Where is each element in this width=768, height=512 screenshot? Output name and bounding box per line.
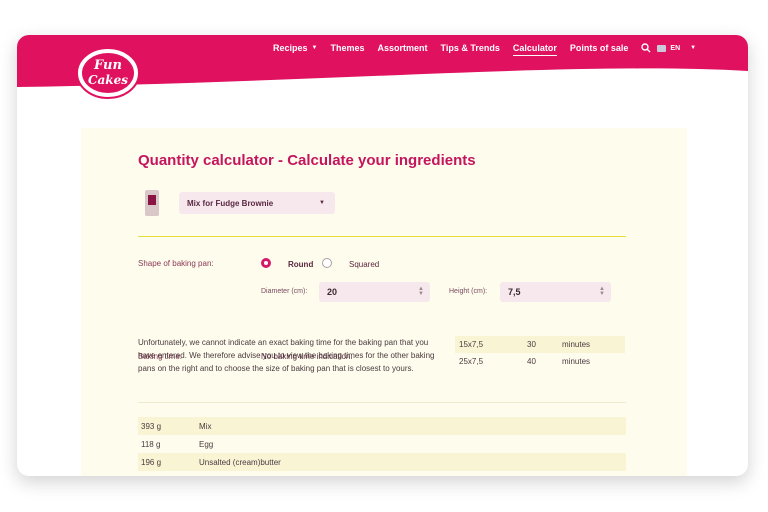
product-select-value: Mix for Fudge Brownie [187,198,274,208]
nav-themes[interactable]: Themes [330,43,364,53]
ingredient-name: Mix [199,421,212,431]
nav-tips-trends[interactable]: Tips & Trends [441,43,500,53]
height-input[interactable]: 7,5 ▲ ▼ [500,282,611,302]
language-label[interactable]: EN [670,45,680,52]
divider [138,236,626,237]
nav-points-of-sale[interactable]: Points of sale [570,43,629,53]
nav-calculator-label: Calculator [512,43,557,53]
height-value: 7,5 [508,287,521,297]
nav-assortment-label: Assortment [377,43,428,53]
nav-recipes[interactable]: Recipes ▼ [273,43,317,53]
browser-window: Fun Cakes Recipes ▼ Themes Assortment Ti… [17,35,748,476]
nav-tips-trends-label: Tips & Trends [440,43,500,53]
nav-calculator[interactable]: Calculator [512,43,557,56]
nav-points-of-sale-label: Points of sale [569,43,629,53]
page-title: Quantity calculator - Calculate your ing… [138,152,476,169]
pan-size: 25x7,5 [459,357,484,366]
height-label: Height (cm): [449,288,488,295]
nav-recipes-label: Recipes [273,43,308,53]
search-icon[interactable] [641,43,651,53]
nav-themes-label: Themes [330,43,365,53]
chevron-down-icon[interactable]: ▼ [690,45,696,51]
ingredient-amount: 393 g [141,421,162,431]
product-select[interactable]: Mix for Fudge Brownie ▼ [179,192,335,214]
chevron-down-icon: ▼ [319,200,325,206]
stepper-icon[interactable]: ▲ ▼ [418,286,424,297]
diameter-input[interactable]: 20 ▲ ▼ [319,282,430,302]
divider [138,402,626,403]
radio-squared[interactable] [322,258,332,268]
shape-label: Shape of baking pan: [138,259,214,268]
chevron-down-icon: ▼ [311,45,318,51]
baking-notice: Unfortunately, we cannot indicate an exa… [138,338,435,373]
baking-times-table: 15x7,5 30 minutes 25x7,5 40 minutes [455,336,625,370]
svg-text:Fun: Fun [93,58,122,73]
diameter-label: Diameter (cm): [261,288,308,295]
ingredient-name: Unsalted (cream)butter [199,457,281,467]
product-image [145,190,159,216]
ingredient-amount: 118 g [141,439,161,449]
bake-unit: minutes [562,340,591,349]
bake-time: 40 [527,357,536,366]
ingredients-table: 393 g Mix 118 g Egg 196 g Unsalted (crea… [138,417,626,471]
nav-assortment[interactable]: Assortment [378,43,428,53]
pan-size: 15x7,5 [459,340,484,349]
table-row: 196 g Unsalted (cream)butter [138,453,626,471]
bake-time: 30 [527,340,536,349]
table-row: 393 g Mix [138,417,626,435]
main-nav: Recipes ▼ Themes Assortment Tips & Trend… [273,43,696,56]
radio-round-label[interactable]: Round [288,260,313,269]
ingredient-name: Egg [199,439,214,449]
uk-flag-icon[interactable] [657,44,667,52]
table-row: 118 g Egg [138,435,626,453]
fun-cakes-logo[interactable]: Fun Cakes [75,43,141,101]
bake-unit: minutes [562,357,591,366]
svg-text:Cakes: Cakes [88,73,128,87]
radio-round[interactable] [261,258,271,268]
table-row: 25x7,5 40 minutes [455,353,625,370]
ingredient-amount: 196 g [141,457,162,467]
table-row: 15x7,5 30 minutes [455,336,625,353]
radio-squared-label[interactable]: Squared [349,260,379,269]
stepper-icon[interactable]: ▲ ▼ [599,286,605,297]
diameter-value: 20 [327,287,338,297]
